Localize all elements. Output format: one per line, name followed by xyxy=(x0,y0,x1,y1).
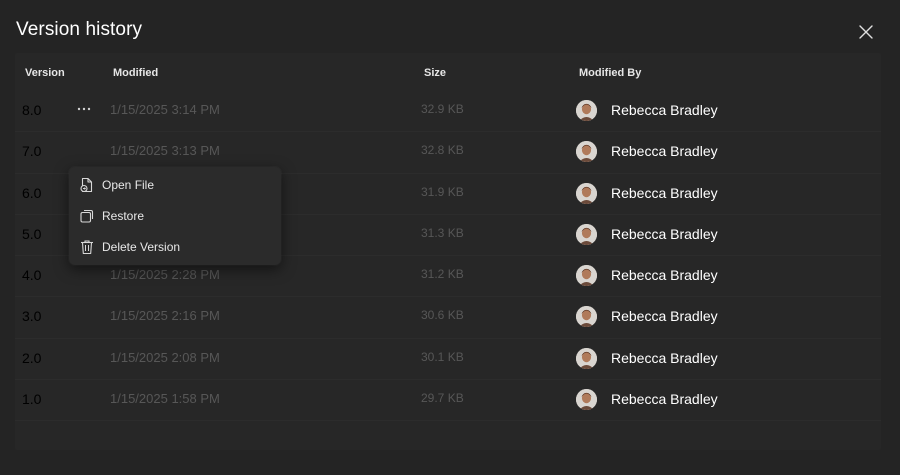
modified-date: 1/15/2025 3:13 PM xyxy=(110,143,220,159)
more-horizontal-icon xyxy=(77,107,91,111)
modified-by-name: Rebecca Bradley xyxy=(611,225,718,242)
modified-by-name: Rebecca Bradley xyxy=(611,349,718,366)
menu-item-delete-version[interactable]: Delete Version xyxy=(69,232,281,262)
trash-icon xyxy=(81,240,93,255)
version-number: 1.0 xyxy=(22,391,42,408)
menu-item-open-file[interactable]: Open File xyxy=(69,170,281,200)
file-size: 30.6 KB xyxy=(421,308,464,323)
modified-by-name: Rebecca Bradley xyxy=(611,184,718,201)
version-number: 6.0 xyxy=(22,184,42,201)
modified-by-name: Rebecca Bradley xyxy=(611,308,718,325)
version-number: 8.0 xyxy=(22,102,42,118)
file-size: 32.8 KB xyxy=(421,143,464,158)
version-number: 5.0 xyxy=(22,225,42,242)
modified-date: 1/15/2025 2:08 PM xyxy=(110,349,220,365)
file-size: 30.1 KB xyxy=(421,349,464,364)
avatar xyxy=(576,100,597,121)
column-header-size[interactable]: Size xyxy=(424,67,446,79)
avatar xyxy=(576,347,597,369)
version-number: 4.0 xyxy=(22,267,42,284)
avatar xyxy=(576,389,597,411)
modified-by-name: Rebecca Bradley xyxy=(611,102,718,118)
avatar xyxy=(576,182,597,204)
modified-date: 1/15/2025 1:58 PM xyxy=(110,391,220,407)
avatar xyxy=(576,223,597,245)
version-number: 7.0 xyxy=(22,143,42,160)
column-header-modified-by[interactable]: Modified By xyxy=(579,67,641,79)
file-size: 29.7 KB xyxy=(421,391,464,406)
table-row[interactable]: 3.0 1/15/2025 2:16 PM 30.6 KB Rebecca Br… xyxy=(15,297,881,339)
open-file-icon xyxy=(80,177,93,193)
table-row[interactable]: 1.0 1/15/2025 1:58 PM 29.7 KB Rebecca Br… xyxy=(15,380,881,422)
close-button[interactable] xyxy=(853,19,879,45)
file-size: 31.2 KB xyxy=(421,267,464,282)
table-row[interactable]: 8.0 1/15/2025 3:14 PM 32.9 KB Rebecca Br… xyxy=(15,91,881,133)
file-size: 31.3 KB xyxy=(421,225,464,240)
menu-item-label: Restore xyxy=(102,209,145,223)
modified-date: 1/15/2025 2:28 PM xyxy=(110,267,220,283)
modified-by-name: Rebecca Bradley xyxy=(611,143,718,160)
more-options-button[interactable] xyxy=(75,100,93,118)
menu-item-label: Open File xyxy=(102,178,155,192)
modified-by-name: Rebecca Bradley xyxy=(611,267,718,284)
file-size: 32.9 KB xyxy=(421,102,464,116)
avatar xyxy=(576,141,597,163)
column-header-modified[interactable]: Modified xyxy=(113,67,158,79)
file-size: 31.9 KB xyxy=(421,184,464,199)
table-header: Version Modified Size Modified By xyxy=(15,63,881,83)
restore-icon xyxy=(80,209,94,223)
menu-item-label: Delete Version xyxy=(102,240,181,254)
close-icon xyxy=(859,25,873,39)
menu-item-restore[interactable]: Restore xyxy=(69,201,281,231)
modified-date: 1/15/2025 3:14 PM xyxy=(110,102,220,117)
modified-by-name: Rebecca Bradley xyxy=(611,391,718,408)
avatar xyxy=(576,265,597,287)
column-header-version[interactable]: Version xyxy=(25,67,65,79)
version-number: 3.0 xyxy=(22,308,42,325)
context-menu: Open File Restore Delete Version xyxy=(69,167,281,265)
avatar xyxy=(576,306,597,328)
modified-date: 1/15/2025 2:16 PM xyxy=(110,308,220,324)
table-row[interactable]: 2.0 1/15/2025 2:08 PM 30.1 KB Rebecca Br… xyxy=(15,339,881,381)
version-number: 2.0 xyxy=(22,349,42,366)
dialog-title: Version history xyxy=(16,19,143,40)
